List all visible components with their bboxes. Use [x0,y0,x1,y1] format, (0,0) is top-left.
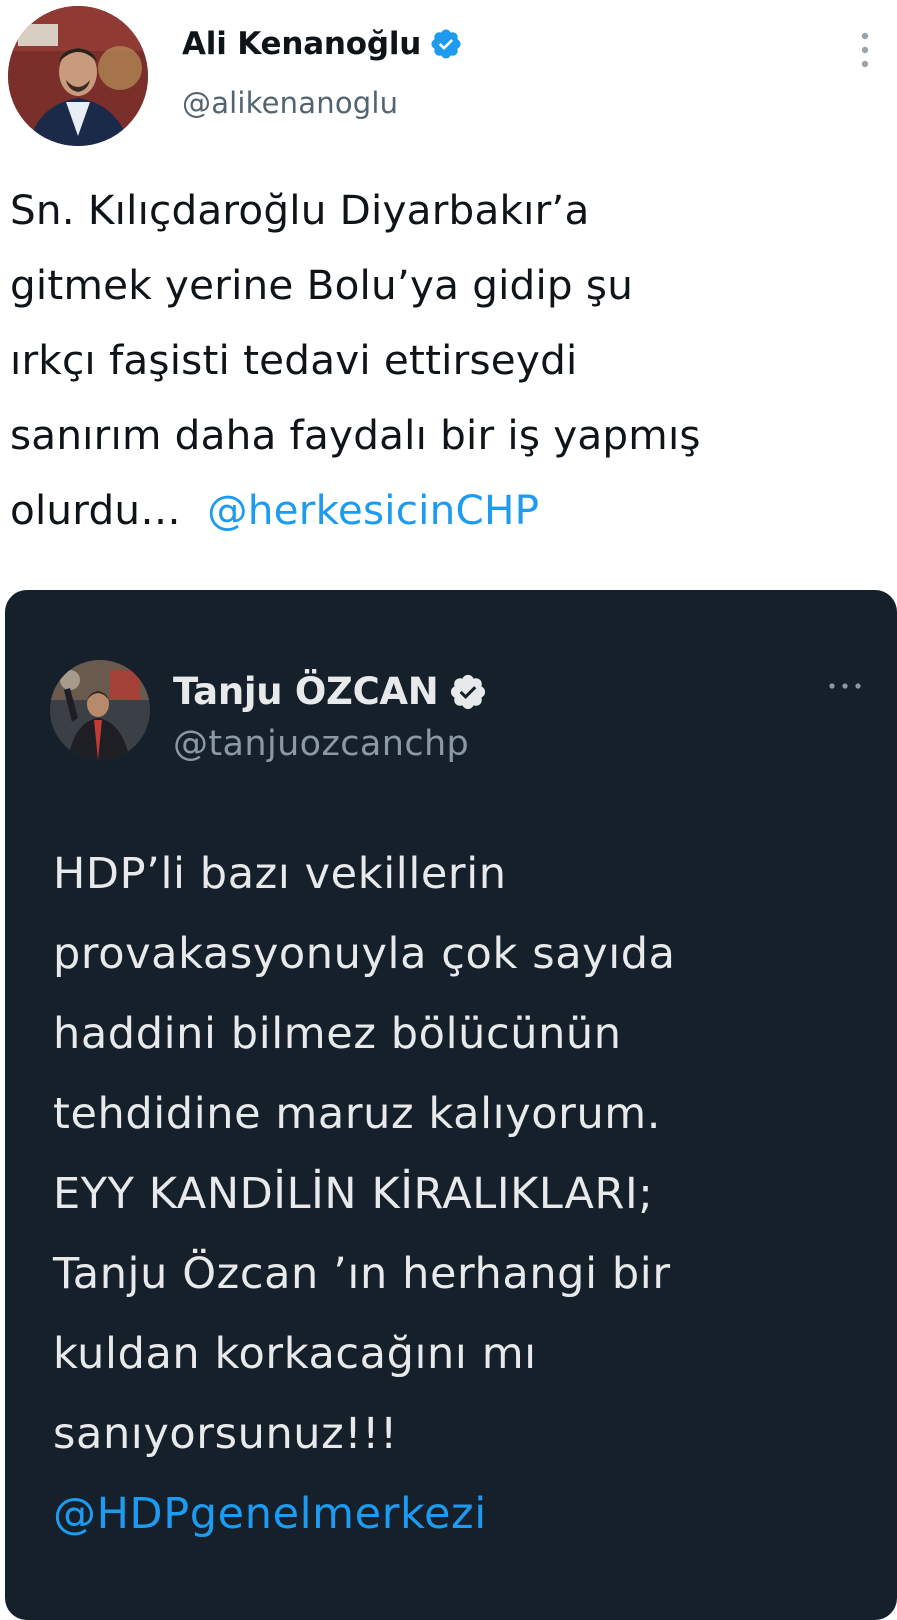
author-handle[interactable]: @alikenanoglu [182,86,398,120]
tweet-text-line: Sn. Kılıçdaroğlu Diyarbakır’a [10,186,590,234]
author-display-name[interactable]: Ali Kenanoğlu [182,26,421,62]
tweet-text-line: ırkçı faşisti tedavi ettirseydi [10,336,578,384]
quoted-text-line: tehdidine maruz kalıyorum. [53,1089,662,1139]
verified-badge-icon [429,27,463,61]
more-horizontal-icon[interactable] [827,676,863,689]
quoted-mention-link[interactable]: @HDPgenelmerkezi [53,1474,883,1554]
quoted-author-name-row: Tanju ÖZCAN [173,670,488,713]
quoted-tweet-text: HDP’li bazı vekillerin provakasyonuyla ç… [53,834,883,1554]
tweet-text-line-last: olurdu… @herkesicinCHP [10,473,890,548]
quoted-text-line: provakasyonuyla çok sayıda [53,929,676,979]
quoted-text-line: EYY KANDİLİN KİRALIKLARI; [53,1169,654,1219]
author-name-row: Ali Kenanoğlu [182,26,463,62]
tweet-text-line: gitmek yerine Bolu’ya gidip şu [10,261,634,309]
quoted-text-line: Tanju Özcan ’ın herhangi bir [53,1249,671,1299]
quoted-text-line: sanıyorsunuz!!! [53,1409,398,1459]
tweet-header: Ali Kenanoğlu @alikenanoglu [0,0,897,160]
quoted-author-handle[interactable]: @tanjuozcanchp [173,724,469,764]
quoted-avatar-image [50,660,150,760]
quoted-text-line: haddini bilmez bölücünün [53,1009,622,1059]
avatar-image [8,6,148,146]
author-avatar[interactable] [8,6,148,146]
tweet-text: Sn. Kılıçdaroğlu Diyarbakır’a gitmek yer… [10,173,890,548]
tweet-text-line: sanırım daha faydalı bir iş yapmış [10,411,701,459]
quoted-text-line: HDP’li bazı vekillerin [53,849,507,899]
quoted-author-display-name[interactable]: Tanju ÖZCAN [173,670,439,713]
tweet-text-fragment: olurdu… [10,486,181,534]
more-vertical-icon[interactable] [859,30,871,70]
quoted-verified-badge-icon [448,672,488,712]
mention-link[interactable]: @herkesicinCHP [207,486,539,534]
quoted-author-avatar[interactable] [50,660,150,760]
quoted-text-line: kuldan korkacağını mı [53,1329,537,1379]
quoted-tweet-card[interactable]: Tanju ÖZCAN @tanjuozcanchp HDP’li bazı v… [5,590,897,1620]
